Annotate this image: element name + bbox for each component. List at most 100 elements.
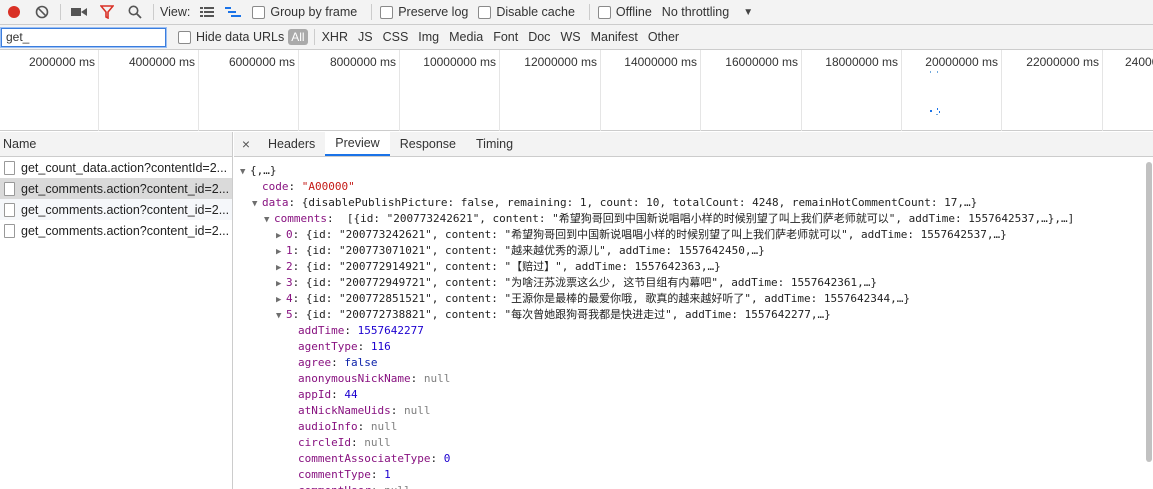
- toolbar-divider: [60, 4, 61, 20]
- type-filter-other[interactable]: Other: [643, 30, 684, 44]
- chevron-down-icon[interactable]: ▼: [743, 7, 753, 18]
- type-filter-xhr[interactable]: XHR: [317, 30, 353, 44]
- group-by-frame-label: Group by frame: [270, 5, 358, 19]
- json-array-item[interactable]: ▶ 3: {id: "200772949721", content: "为啥汪苏泷…: [276, 275, 877, 291]
- network-toolbar: View: Group by frame Preserve log Disabl…: [0, 0, 1153, 25]
- tab-timing[interactable]: Timing: [466, 132, 523, 156]
- group-by-frame-checkbox[interactable]: Group by frame: [252, 5, 357, 19]
- request-row[interactable]: get_comments.action?content_id=2...: [0, 220, 232, 241]
- toolbar-divider: [371, 4, 373, 20]
- file-icon: [4, 202, 15, 217]
- json-property: appId: 44: [298, 388, 358, 401]
- type-filter-css[interactable]: CSS: [378, 30, 414, 44]
- hide-data-urls-label: Hide data URLs: [196, 30, 285, 44]
- record-icon: [8, 6, 20, 18]
- timeline-tick-label: 10000000 ms: [423, 55, 496, 69]
- clear-icon: [35, 5, 49, 19]
- collapse-triangle-icon[interactable]: ▶: [276, 228, 286, 244]
- timeline-tick-label: 4000000 ms: [128, 55, 195, 69]
- timeline-column: 14000000 ms: [601, 50, 701, 131]
- timeline-column: 10000000 ms: [400, 50, 500, 131]
- file-icon: [4, 181, 15, 196]
- json-array-item[interactable]: ▶ 2: {id: "200772914921", content: "【赔过】"…: [276, 259, 721, 275]
- filter-input[interactable]: [1, 27, 166, 47]
- filter-toggle-button[interactable]: [93, 0, 121, 25]
- type-filter-all[interactable]: All: [288, 29, 308, 45]
- hide-data-urls-checkbox[interactable]: Hide data URLs: [178, 30, 284, 44]
- preserve-log-checkbox[interactable]: Preserve log: [380, 5, 468, 19]
- detail-tabs: × Headers Preview Response Timing: [234, 132, 1153, 157]
- type-filter-media[interactable]: Media: [444, 30, 488, 44]
- timeline-column: 16000000 ms: [701, 50, 802, 131]
- expand-triangle-icon[interactable]: ▼: [240, 164, 250, 180]
- checkbox[interactable]: [252, 5, 266, 19]
- request-row[interactable]: get_comments.action?content_id=2...: [0, 199, 232, 220]
- waterfall-toggle[interactable]: [220, 0, 246, 25]
- timeline-column: 6000000 ms: [199, 50, 299, 131]
- large-rows-toggle[interactable]: [194, 0, 220, 25]
- json-comments-node[interactable]: ▼ comments: [{id: "200773242621", content…: [264, 211, 1074, 227]
- preview-scrollbar[interactable]: [1146, 162, 1152, 462]
- json-property: circleId: null: [298, 436, 391, 449]
- screenshots-button[interactable]: [65, 0, 93, 25]
- type-filter-js[interactable]: JS: [353, 30, 378, 44]
- json-array-item-expanded[interactable]: ▼ 5: {id: "200772738821", content: "每次曾她跟…: [276, 307, 831, 323]
- record-button[interactable]: [0, 0, 28, 25]
- json-array-item[interactable]: ▶ 1: {id: "200773071021", content: "越来越优秀…: [276, 243, 765, 259]
- timeline-column: 4000000 ms: [99, 50, 199, 131]
- checkbox[interactable]: [380, 5, 394, 19]
- offline-checkbox[interactable]: Offline: [597, 5, 652, 19]
- disable-cache-checkbox[interactable]: Disable cache: [478, 5, 575, 19]
- type-filter-ws[interactable]: WS: [555, 30, 585, 44]
- json-property: code: "A00000": [262, 180, 355, 193]
- type-filter-img[interactable]: Img: [413, 30, 444, 44]
- json-data-node[interactable]: ▼ data: {disablePublishPicture: false, re…: [252, 195, 977, 211]
- timeline-column: 12000000 ms: [500, 50, 601, 131]
- collapse-triangle-icon[interactable]: ▶: [276, 276, 286, 292]
- filter-icon: [100, 5, 114, 19]
- tab-response[interactable]: Response: [390, 132, 466, 156]
- timeline-column: 8000000 ms: [299, 50, 400, 131]
- json-property: commentType: 1: [298, 468, 391, 481]
- toolbar-divider: [588, 4, 590, 20]
- json-root[interactable]: ▼ {,…}: [240, 163, 277, 179]
- tab-preview[interactable]: Preview: [325, 132, 390, 156]
- json-property: commentUser: null: [298, 483, 411, 489]
- clear-button[interactable]: [28, 0, 56, 25]
- timeline-tick-label: 24000: [1125, 55, 1153, 69]
- tab-headers[interactable]: Headers: [258, 132, 325, 156]
- request-row-selected[interactable]: get_comments.action?content_id=2...: [0, 178, 232, 199]
- throttling-select[interactable]: No throttling: [662, 5, 729, 19]
- collapse-triangle-icon[interactable]: ▶: [276, 244, 286, 260]
- json-array-item[interactable]: ▶ 0: {id: "200773242621", content: "希望狗哥回…: [276, 227, 1007, 243]
- expand-triangle-icon[interactable]: ▼: [264, 212, 274, 228]
- checkbox[interactable]: [597, 5, 611, 19]
- timeline-tick-label: 22000000 ms: [1026, 55, 1099, 69]
- timeline-column: 2000000 ms: [0, 50, 99, 131]
- search-button[interactable]: [121, 0, 149, 25]
- json-property: agree: false: [298, 356, 378, 369]
- search-icon: [128, 5, 142, 19]
- type-filter-manifest[interactable]: Manifest: [586, 30, 643, 44]
- expand-triangle-icon[interactable]: ▼: [252, 196, 262, 212]
- type-filter-font[interactable]: Font: [488, 30, 523, 44]
- json-array-item[interactable]: ▶ 4: {id: "200772851521", content: "王源你是最…: [276, 291, 910, 307]
- request-detail-panel: × Headers Preview Response Timing ▼ {,…} …: [234, 132, 1153, 489]
- collapse-triangle-icon[interactable]: ▶: [276, 292, 286, 308]
- toolbar-divider: [313, 29, 315, 45]
- checkbox[interactable]: [178, 30, 191, 44]
- json-property: atNickNameUids: null: [298, 404, 431, 417]
- timeline-overview[interactable]: 2000000 ms 4000000 ms 6000000 ms 8000000…: [0, 50, 1153, 131]
- timeline-tick-label: 6000000 ms: [228, 55, 295, 69]
- checkbox[interactable]: [478, 5, 492, 19]
- expand-triangle-icon[interactable]: ▼: [276, 308, 286, 324]
- name-column-header[interactable]: Name: [0, 132, 232, 157]
- preserve-log-label: Preserve log: [398, 5, 469, 19]
- timeline-tick-label: 12000000 ms: [524, 55, 597, 69]
- file-icon: [4, 160, 15, 175]
- offline-label: Offline: [615, 5, 652, 19]
- type-filter-doc[interactable]: Doc: [523, 30, 555, 44]
- collapse-triangle-icon[interactable]: ▶: [276, 260, 286, 276]
- request-row[interactable]: get_count_data.action?contentId=2...: [0, 157, 232, 178]
- close-icon[interactable]: ×: [234, 132, 258, 156]
